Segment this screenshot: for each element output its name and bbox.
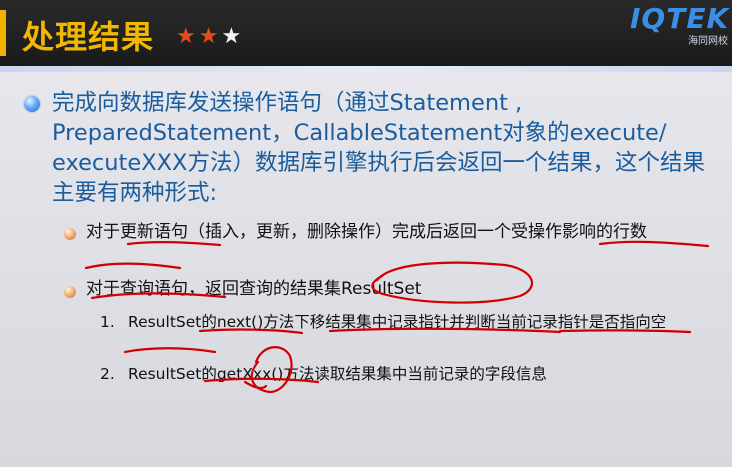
header-divider [0,66,732,72]
sub-bullet-icon [64,286,76,298]
star-icon: ★ [221,24,241,49]
logo-text: IQTEK [630,2,730,35]
star-icon: ★ [198,24,219,49]
star-icon: ★ [176,24,196,49]
sub-bullet-icon [64,228,76,240]
list-item-text: ResultSet的next()方法下移结果集中记录指针并判断当前记录指针是否指… [128,313,667,331]
list-number: 1. [100,313,115,331]
rating-stars: ★ ★ ★ [176,24,241,49]
sub-bullet-text: 对于更新语句（插入，更新，删除操作）完成后返回一个受操作影响的行数 [86,222,647,242]
list-number: 2. [100,365,115,383]
underline-row-count [84,262,182,270]
header-accent [0,10,6,56]
bullet-icon [24,96,40,112]
underline-whether-null [123,347,217,354]
list-item-text: ResultSet的getXxx()方法读取结果集中当前记录的字段信息 [128,365,547,383]
header-bar: 处理结果 ★ ★ ★ IQTEK 海同网校 [0,0,732,66]
logo: IQTEK 海同网校 [630,2,730,47]
main-bullet-text: 完成向数据库发送操作语句（通过Statement , PreparedState… [52,90,705,206]
slide-title: 处理结果 [22,18,155,56]
sub-bullet-text: 对于查询语句，返回查询的结果集ResultSet [86,279,422,299]
logo-subtitle: 海同网校 [688,36,728,47]
slide: 处理结果 ★ ★ ★ IQTEK 海同网校 完成向数据库发送操作语句（通过Sta… [0,0,732,467]
